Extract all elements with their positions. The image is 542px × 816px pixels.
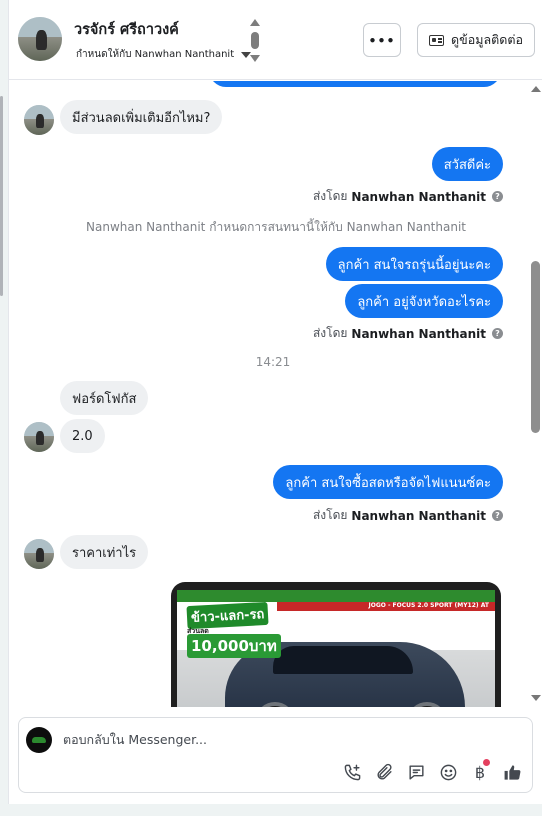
scroll-thumb[interactable] [531,261,540,433]
contact-avatar[interactable] [18,17,62,61]
photo-frame: JOGO - FOCUS 2.0 SPORT (MY12) AT ข้าว-แล… [177,590,495,707]
sent-by-prefix: ส่งโดย [312,508,348,522]
arrow-up-icon[interactable] [250,19,260,26]
message-bubble-outgoing[interactable]: สวัสดีค่ะ [431,147,503,181]
message-bubble-incoming[interactable]: ฟอร์ดโฟกัส [60,381,149,415]
view-contact-button[interactable]: ดูข้อมูลติดต่อ [417,23,535,57]
arrow-down-icon[interactable] [250,55,260,62]
conversation-header: วรจักร์ ศรีถาวงค์ กำหนดให้กับ Nanwhan Na… [9,0,542,80]
notification-dot [483,759,490,766]
emoji-icon[interactable] [437,761,459,783]
more-options-button[interactable]: ••• [363,23,401,57]
attached-car-photo[interactable]: JOGO - FOCUS 2.0 SPORT (MY12) AT ข้าว-แล… [171,582,501,707]
left-scroll-indicator [0,96,3,296]
agent-name[interactable]: Nanwhan Nanthanit [351,509,486,523]
message-bubble-incoming[interactable]: ราคาเท่าไร [60,535,149,569]
assignee-label: กำหนดให้กับ Nanwhan Nanthanit [76,49,235,60]
scroll-down-icon[interactable] [531,695,541,701]
sent-by-label: ส่งโดย Nanwhan Nanthanit ? [313,324,503,343]
contact-card-icon [429,34,445,46]
contact-avatar-small [24,422,54,452]
message-bubble-outgoing-partial[interactable] [209,81,501,87]
contact-avatar-small [24,105,54,135]
view-contact-label: ดูข้อมูลติดต่อ [451,32,523,47]
message-thread[interactable]: มีส่วนลดเพิ่มเติมอีกไหม? สวัสดีค่ะ ส่งโด… [9,81,542,707]
assignee-dropdown[interactable]: กำหนดให้กับ Nanwhan Nanthanit [76,47,252,62]
payment-baht-icon[interactable]: ฿ [469,759,491,783]
message-bubble-outgoing[interactable]: ลูกค้า อยู่จังหวัดอะไรคะ [345,284,503,318]
scroll-up-icon[interactable] [531,86,541,92]
agent-name[interactable]: Nanwhan Nanthanit [351,190,486,204]
promo-amount: 10,000บาท [187,634,281,658]
message-bubble-outgoing[interactable]: ลูกค้า สนใจรถรุ่นนี้อยู่นะคะ [325,247,503,281]
page-avatar [26,727,52,753]
reply-composer: ฿ [18,717,533,793]
contact-avatar-small [24,539,54,569]
help-icon[interactable]: ? [492,191,503,202]
contact-name[interactable]: วรจักร์ ศรีถาวงค์ [74,18,179,41]
call-add-icon[interactable] [341,761,363,783]
thread-scrollbar[interactable] [528,81,542,707]
sent-by-label: ส่งโดย Nanwhan Nanthanit ? [313,506,503,525]
saved-replies-icon[interactable] [405,761,427,783]
system-message: Nanwhan Nanthanit กำหนดการสนทนานี้ให้กับ… [86,220,466,234]
sent-by-prefix: ส่งโดย [312,189,348,203]
promo-badge: ข้าว-แลก-รถ ส่วนลด 10,000บาท [181,598,293,658]
sent-by-label: ส่งโดย Nanwhan Nanthanit ? [313,187,503,206]
car-window [273,646,413,674]
conversation-panel: วรจักร์ ศรีถาวงค์ กำหนดให้กับ Nanwhan Na… [8,0,542,804]
model-tag: JOGO - FOCUS 2.0 SPORT (MY12) AT [368,602,490,609]
time-divider: 14:21 [255,355,291,369]
message-bubble-incoming[interactable]: 2.0 [60,419,105,453]
like-icon[interactable] [501,761,523,783]
reply-input[interactable] [63,732,463,747]
help-icon[interactable]: ? [492,328,503,339]
car-logo-icon [32,737,46,743]
agent-name[interactable]: Nanwhan Nanthanit [351,327,486,341]
attachment-icon[interactable] [373,761,395,783]
sent-by-prefix: ส่งโดย [312,326,348,340]
help-icon[interactable]: ? [492,510,503,521]
scroll-thumb[interactable] [251,32,259,49]
header-scroller[interactable] [249,19,261,65]
message-bubble-incoming[interactable]: มีส่วนลดเพิ่มเติมอีกไหม? [60,100,223,134]
message-bubble-outgoing[interactable]: ลูกค้า สนใจซื้อสดหรือจัดไฟแนนซ์คะ [273,465,503,499]
